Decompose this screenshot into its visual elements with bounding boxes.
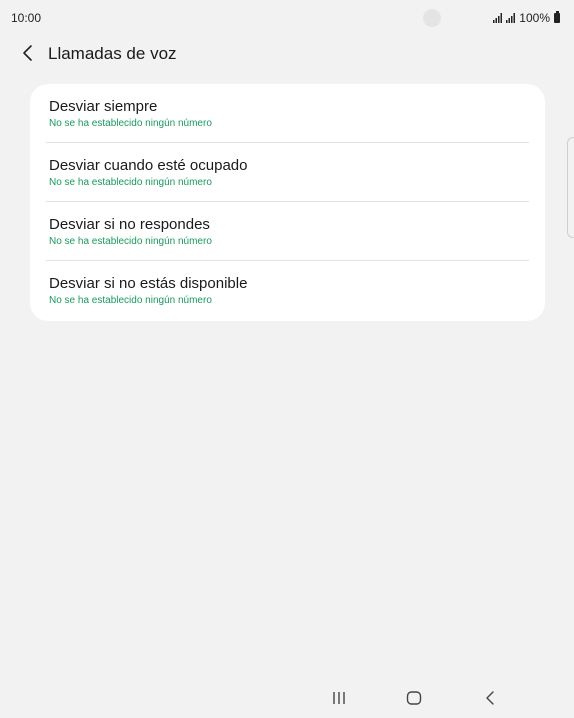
recent-apps-button[interactable] <box>325 686 353 710</box>
list-item-always-forward[interactable]: Desviar siempre No se ha establecido nin… <box>30 84 545 143</box>
list-item-title: Desviar si no respondes <box>49 216 210 233</box>
recent-apps-icon <box>333 692 345 704</box>
signal-icon <box>493 13 503 23</box>
list-item-title: Desviar siempre <box>49 98 158 115</box>
nav-back-button[interactable] <box>476 686 504 710</box>
status-time: 10:00 <box>11 11 42 25</box>
list-item-forward-unreachable[interactable]: Desviar si no estás disponible No se ha … <box>30 261 545 320</box>
list-item-title: Desviar cuando esté ocupado <box>49 157 248 174</box>
list-item-title: Desviar si no estás disponible <box>49 275 248 292</box>
status-indicators: 100% <box>493 11 560 25</box>
home-icon <box>406 691 422 705</box>
battery-percentage: 100% <box>519 11 550 25</box>
app-header: Llamadas de voz <box>0 36 574 72</box>
signal-icon-2 <box>506 13 516 23</box>
list-item-forward-when-busy[interactable]: Desviar cuando esté ocupado No se ha est… <box>30 143 545 202</box>
edge-panel-handle[interactable] <box>567 137 574 238</box>
back-button[interactable] <box>16 41 38 65</box>
chevron-left-icon <box>23 45 32 61</box>
home-button[interactable] <box>400 686 428 710</box>
battery-icon <box>554 11 560 23</box>
list-item-subtitle: No se ha establecido ningún número <box>49 118 212 129</box>
page-title: Llamadas de voz <box>48 44 177 63</box>
call-forwarding-list: Desviar siempre No se ha establecido nin… <box>30 84 545 321</box>
list-item-subtitle: No se ha establecido ningún número <box>49 177 212 188</box>
list-item-subtitle: No se ha establecido ningún número <box>49 295 212 306</box>
list-item-forward-no-answer[interactable]: Desviar si no respondes No se ha estable… <box>30 202 545 261</box>
back-icon <box>486 691 494 705</box>
list-item-subtitle: No se ha establecido ningún número <box>49 236 212 247</box>
camera-cutout <box>423 9 441 27</box>
status-bar: 10:00 100% <box>0 0 574 34</box>
navigation-bar <box>0 680 574 718</box>
